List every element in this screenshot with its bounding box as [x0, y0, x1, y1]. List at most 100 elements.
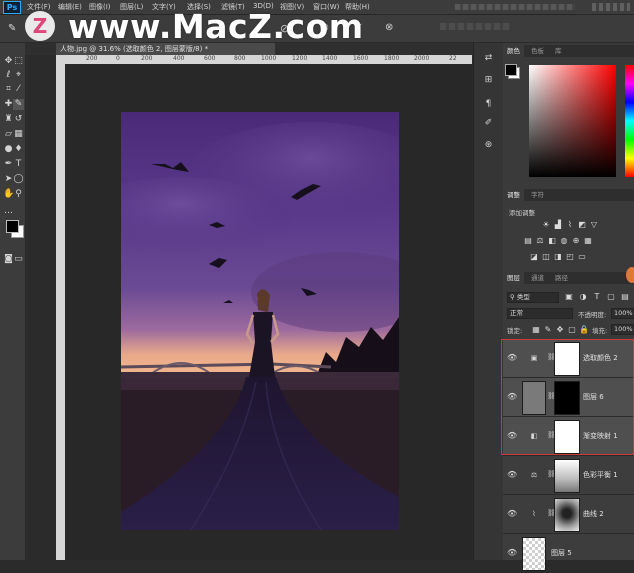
watermark-text: www.MacZ.com [68, 7, 364, 46]
more-tools-icon[interactable]: … [3, 206, 14, 217]
horizontal-ruler[interactable]: 200 0 200 400 600 800 1000 1200 1400 160… [56, 55, 472, 64]
posterize-icon[interactable]: ◫ [541, 252, 551, 261]
filter-shape-icon[interactable]: ▢ [606, 292, 616, 301]
lock-image-icon[interactable]: ✎ [543, 325, 553, 334]
color-lookup-icon[interactable]: ▦ [583, 236, 593, 245]
visibility-eye-icon[interactable]: 👁 [507, 470, 517, 480]
tab-color[interactable]: 颜色 [503, 45, 524, 57]
search-icon: ⚲ [510, 293, 515, 301]
tab-paths[interactable]: 路径 [551, 272, 572, 284]
tab-channels[interactable]: 通道 [527, 272, 548, 284]
selective-color-adj-icon[interactable]: ◰ [565, 252, 575, 261]
tab-swatches[interactable]: 色板 [527, 45, 548, 57]
filter-kind-value: 类型 [516, 293, 530, 301]
vertical-ruler[interactable] [56, 64, 65, 560]
layer-row[interactable]: 👁 图层 5 [503, 534, 634, 573]
gradient-map-adj-icon[interactable]: ▭ [577, 252, 587, 261]
visibility-eye-icon[interactable]: 👁 [507, 509, 517, 519]
color-balance-icon: ⚖ [530, 471, 538, 479]
panel-icon-strip: ⇄ ⊞ ¶ ✐ ⊛ [473, 43, 504, 560]
screen-mode-icon[interactable]: ▭ [13, 254, 24, 265]
layer-list[interactable]: 👁 ▣ ⛓ 选取颜色 2 👁 ⛓ 图层 6 👁 ◧ ⛓ 渐变映射 1 👁 ⚖ ⛓… [501, 339, 634, 573]
lock-position-icon[interactable]: ✥ [555, 325, 565, 334]
lock-label: 锁定: [507, 327, 523, 335]
paragraph-panel-icon[interactable]: ¶ [483, 99, 494, 110]
vibrance-icon[interactable]: ▽ [589, 220, 599, 229]
exposure-icon[interactable]: ◩ [577, 220, 587, 229]
color-balance-adj-icon[interactable]: ⚖ [535, 236, 545, 245]
fill-label: 填充: [592, 327, 608, 335]
ruler-tick: 400 [173, 55, 185, 62]
gradient-tool-icon[interactable]: ▦ [13, 129, 24, 140]
curves-adj-icon[interactable]: ⌇ [565, 220, 575, 229]
tab-layers[interactable]: 图层 [503, 272, 524, 284]
layer-row[interactable]: 👁 ⚖ ⛓ 色彩平衡 1 [503, 456, 634, 495]
layer-row[interactable]: 👁 ⌇ ⛓ 曲线 2 [503, 495, 634, 534]
history-brush-tool-icon[interactable]: ↺ [13, 114, 24, 125]
pressure-size-icon[interactable]: ⊗ [385, 22, 393, 33]
channel-mixer-icon[interactable]: ⊕ [571, 236, 581, 245]
ruler-tick: 1400 [322, 55, 338, 62]
panel-foreground-swatch[interactable] [505, 64, 517, 76]
brightness-contrast-icon[interactable]: ☀ [541, 220, 551, 229]
clone-source-icon[interactable]: ⊛ [483, 140, 494, 151]
dodge-tool-icon[interactable]: ♦ [13, 144, 24, 155]
opacity-input[interactable]: 100% [611, 308, 634, 319]
tab-character[interactable]: 字符 [527, 189, 548, 201]
ellipse-tool-icon[interactable]: ◯ [13, 174, 24, 185]
opacity-label: 不透明度: [578, 311, 607, 319]
layers-panel-tabs: 图层 通道 路径 [503, 272, 634, 284]
fill-input[interactable]: 100% [611, 324, 634, 335]
layer-mask-thumbnail[interactable] [554, 459, 580, 493]
invert-icon[interactable]: ◪ [529, 252, 539, 261]
lock-artboard-icon[interactable]: ▢ [567, 325, 577, 334]
brush-tool-icon[interactable]: ✎ [13, 99, 24, 110]
marquee-tool-icon[interactable]: ⬚ [13, 56, 24, 67]
threshold-icon[interactable]: ◨ [553, 252, 563, 261]
filter-smart-object-icon[interactable]: ▤ [620, 292, 630, 301]
lock-all-icon[interactable]: 🔒 [579, 325, 589, 334]
ruler-tick: 2000 [414, 55, 430, 62]
color-field-picker[interactable] [529, 65, 616, 177]
visibility-eye-icon[interactable]: 👁 [507, 548, 517, 558]
selected-layers-outline [501, 339, 634, 455]
tools-panel: ✥ ⬚ ℓ ⌖ ⌗ ⁄ ✚ ✎ ♜ ↺ ▱ ▦ ● ♦ ✒ T ➤ ◯ ✋ ⚲ … [0, 43, 26, 560]
document-image[interactable] [121, 112, 399, 530]
layer-name[interactable]: 曲线 2 [583, 509, 604, 519]
properties-panel-icon[interactable]: ⊞ [483, 75, 494, 86]
layer-filter-kind-select[interactable]: ⚲ 类型 [507, 292, 559, 303]
layer-thumbnail[interactable] [522, 537, 546, 571]
photo-filter-icon[interactable]: ◍ [559, 236, 569, 245]
ruler-tick: 1600 [353, 55, 369, 62]
foreground-color-swatch[interactable] [6, 220, 19, 233]
tab-adjustments[interactable]: 调整 [503, 189, 524, 201]
quick-select-tool-icon[interactable]: ⌖ [13, 70, 24, 81]
type-tool-icon[interactable]: T [13, 159, 24, 170]
layer-name[interactable]: 色彩平衡 1 [583, 470, 618, 480]
layer-name[interactable]: 图层 5 [551, 548, 572, 558]
filter-adjustment-icon[interactable]: ◑ [578, 292, 588, 301]
zoom-tool-icon[interactable]: ⚲ [13, 189, 24, 200]
brush-tool-icon[interactable]: ✎ [8, 23, 16, 34]
history-panel-icon[interactable]: ⇄ [483, 53, 494, 64]
adjustments-panel-tabs: 调整 字符 [503, 189, 634, 201]
layer-mask-thumbnail[interactable] [554, 498, 580, 532]
filter-type-icon[interactable]: T [592, 292, 602, 301]
eyedropper-tool-icon[interactable]: ⁄ [13, 84, 24, 95]
tab-libraries[interactable]: 库 [551, 45, 566, 57]
filter-pixel-icon[interactable]: ▣ [564, 292, 574, 301]
black-white-icon[interactable]: ◧ [547, 236, 557, 245]
levels-icon[interactable]: ▟ [553, 220, 563, 229]
ruler-tick: 1000 [261, 55, 277, 62]
hue-slider[interactable] [625, 65, 634, 177]
lock-transparent-icon[interactable]: ▦ [531, 325, 541, 334]
hue-saturation-icon[interactable]: ▤ [523, 236, 533, 245]
ruler-tick: 22 [449, 55, 457, 62]
watermark-logo: Z [25, 11, 55, 41]
orange-indicator-icon [626, 267, 634, 283]
ruler-tick: 1800 [384, 55, 400, 62]
brush-settings-icon[interactable]: ✐ [483, 118, 494, 129]
document-tab[interactable]: 人物.jpg @ 31.6% (选取颜色 2, 图层蒙版/8) * [56, 43, 275, 55]
color-panel-tabs: 颜色 色板 库 [503, 45, 634, 57]
blend-mode-select[interactable]: 正常 [507, 308, 573, 319]
